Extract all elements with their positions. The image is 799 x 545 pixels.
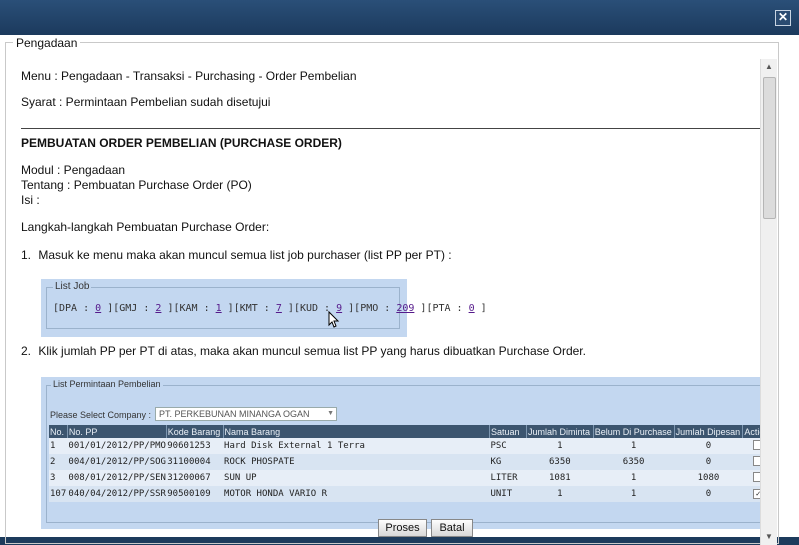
list-job-code: [DPA : (53, 303, 96, 314)
table-cell-nama: MOTOR HONDA VARIO R (223, 486, 490, 502)
table-cell-dipesan: 0 (674, 486, 743, 502)
table-cell-kode: 31200067 (166, 470, 224, 486)
table-cell-kode: 90601253 (166, 438, 224, 454)
table-cell-no: 3 (49, 470, 68, 486)
table-cell-diminta: 1 (526, 438, 594, 454)
scrollbar-thumb[interactable] (763, 77, 776, 219)
company-select[interactable]: PT. PERKEBUNAN MINANGA OGAN ▼ (155, 407, 337, 421)
table-cell-nama: Hard Disk External 1 Terra (223, 438, 490, 454)
table-cell-belum: 6350 (593, 454, 675, 470)
column-header[interactable]: No. PP (67, 425, 167, 438)
list-pp-legend: List Permintaan Pembelian (51, 379, 163, 389)
list-job-count-link[interactable]: 209 (396, 303, 414, 314)
table-cell-satuan: PSC (489, 438, 527, 454)
pp-table-header: No. No. PP Kode Barang Nama Barang Satuan Jum… (49, 425, 774, 438)
list-job-code: [KAM : (173, 303, 216, 314)
company-label: Please Select Company : (50, 410, 152, 420)
table-cell-dipesan: 0 (674, 454, 743, 470)
table-cell-diminta: 6350 (526, 454, 594, 470)
company-select-value: PT. PERKEBUNAN MINANGA OGAN (159, 409, 310, 419)
table-cell-kode: 90500109 (166, 486, 224, 502)
pp-table: No. No. PP Kode Barang Nama Barang Satuan Jum… (49, 425, 774, 502)
proses-button[interactable]: Proses (378, 519, 427, 537)
syarat-text: Syarat : Permintaan Pembelian sudah dise… (21, 95, 271, 109)
table-cell-satuan: KG (489, 454, 527, 470)
table-cell-nama: ROCK PHOSPATE (223, 454, 490, 470)
list-job-code: [KMT : (233, 303, 276, 314)
step-number: 1. (21, 248, 32, 262)
list-job-bracket: ] (161, 303, 174, 314)
langkah-text: Langkah-langkah Pembuatan Purchase Order… (21, 220, 270, 234)
table-row[interactable]: 1 001/01/2012/PP/PMO 90601253 Hard Disk Ext… (49, 438, 774, 454)
column-header[interactable]: Kode Barang (166, 425, 224, 438)
dialog-titlebar: ✕ (0, 0, 799, 35)
step-text: Klik jumlah PP per PT di atas, maka akan… (38, 344, 586, 358)
step-number: 2. (21, 344, 32, 358)
company-selector: Please Select Company : PT. PERKEBUNAN M… (50, 407, 337, 421)
column-header[interactable]: No. (49, 425, 68, 438)
divider (21, 128, 774, 129)
table-cell-pp: 001/01/2012/PP/PMO (67, 438, 167, 454)
column-header[interactable]: Jumlah Dipesan (674, 425, 744, 438)
table-row[interactable]: 107 040/04/2012/PP/SSRO 90500109 MOTOR HOND… (49, 486, 774, 502)
fieldset-legend: Pengadaan (13, 36, 81, 50)
section-heading: PEMBUATAN ORDER PEMBELIAN (PURCHASE ORDE… (21, 136, 342, 150)
list-job-legend: List Job (53, 281, 92, 292)
list-pp-fieldset: List Permintaan Pembelian Please Select … (46, 379, 774, 537)
list-job-code: [GMJ : (113, 303, 156, 314)
table-cell-belum: 1 (593, 438, 675, 454)
scroll-up-icon[interactable]: ▲ (761, 59, 777, 75)
column-header[interactable]: Satuan (489, 425, 528, 438)
table-cell-dipesan: 1080 (674, 470, 743, 486)
step-text: Masuk ke menu maka akan muncul semua lis… (38, 248, 452, 262)
list-job-bracket: ] (342, 303, 355, 314)
table-cell-diminta: 1081 (526, 470, 594, 486)
list-pp-panel: List Permintaan Pembelian Please Select … (41, 377, 775, 537)
list-job-row: [DPA : 0 ][GMJ : 2 ][KAM : 1 ][KMT : 7 ]… (53, 303, 487, 314)
list-job-code: [PMO : (354, 303, 397, 314)
table-cell-kode: 31100004 (166, 454, 224, 470)
table-row[interactable]: 3 008/01/2012/PP/SENE 31200067 SUN UP LITER 1… (49, 470, 774, 486)
pengadaan-fieldset: Pengadaan Menu : Pengadaan - Transaksi -… (5, 36, 779, 545)
isi-text: Isi : (21, 193, 40, 207)
column-header[interactable]: Jumlah Diminta (526, 425, 594, 438)
list-job-panel: List Job [DPA : 0 ][GMJ : 2 ][KAM : 1 ][… (41, 279, 487, 337)
step-2: 2. Klik jumlah PP per PT di atas, maka a… (21, 344, 586, 358)
table-cell-pp: 008/01/2012/PP/SENE (67, 470, 167, 486)
mouse-cursor-icon (328, 310, 340, 328)
list-job-fieldset: List Job [DPA : 0 ][GMJ : 2 ][KAM : 1 ][… (46, 281, 487, 329)
menu-path-text: Menu : Pengadaan - Transaksi - Purchasin… (21, 69, 357, 83)
table-cell-satuan: LITER (489, 470, 527, 486)
tentang-text: Tentang : Pembuatan Purchase Order (PO) (21, 178, 252, 192)
list-job-bracket: ] (414, 303, 427, 314)
table-row[interactable]: 2 004/01/2012/PP/SOGE 31100004 ROCK PHOSPAT… (49, 454, 774, 470)
table-cell-belum: 1 (593, 486, 675, 502)
dialog-panel: Pengadaan Menu : Pengadaan - Transaksi -… (0, 35, 799, 545)
modul-text: Modul : Pengadaan (21, 163, 126, 177)
batal-button[interactable]: Batal (431, 519, 473, 537)
table-cell-pp: 004/01/2012/PP/SOGE (67, 454, 167, 470)
table-cell-no: 1 (49, 438, 68, 454)
table-cell-satuan: UNIT (489, 486, 527, 502)
table-cell-no: 107 (49, 486, 68, 502)
list-job-bracket: ] (474, 303, 487, 314)
step-1: 1. Masuk ke menu maka akan muncul semua … (21, 248, 452, 262)
chevron-down-icon: ▼ (327, 410, 334, 417)
table-cell-nama: SUN UP (223, 470, 490, 486)
column-header[interactable]: Belum Di Purchase (593, 425, 675, 438)
table-cell-dipesan: 0 (674, 438, 743, 454)
close-icon[interactable]: ✕ (775, 10, 791, 26)
column-header[interactable]: Nama Barang (223, 425, 490, 438)
table-cell-pp: 040/04/2012/PP/SSRO (67, 486, 167, 502)
list-job-bracket: ] (221, 303, 234, 314)
list-job-code: [PTA : (426, 303, 469, 314)
table-cell-diminta: 1 (526, 486, 594, 502)
list-job-bracket: ] (101, 303, 114, 314)
table-cell-belum: 1 (593, 470, 675, 486)
list-job-bracket: ] (281, 303, 294, 314)
scroll-down-icon[interactable]: ▼ (761, 529, 777, 545)
table-cell-no: 2 (49, 454, 68, 470)
vertical-scrollbar[interactable]: ▲ ▼ (760, 59, 777, 545)
